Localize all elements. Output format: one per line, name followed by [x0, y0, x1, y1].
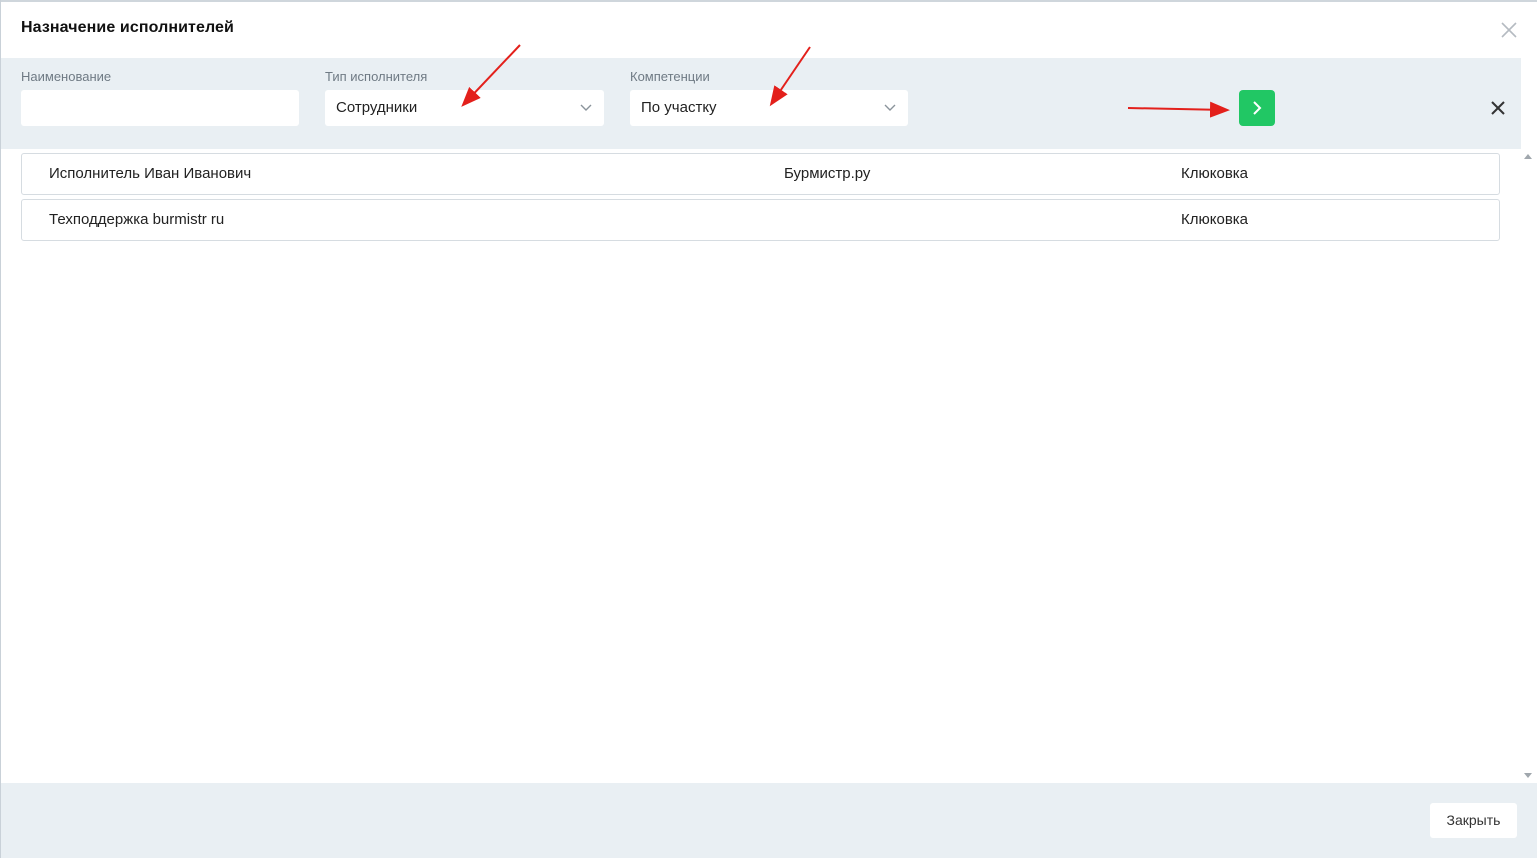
executor-company: Бурмистр.ру: [784, 165, 871, 182]
list-scrollbar[interactable]: [1520, 150, 1536, 782]
chevron-right-icon: [1253, 101, 1262, 115]
modal-top-border: [0, 0, 1537, 2]
executor-list: Исполнитель Иван Иванович Бурмистр.ру Кл…: [21, 153, 1500, 245]
executor-location: Клюковка: [1181, 211, 1249, 228]
apply-filter-button[interactable]: [1239, 90, 1275, 126]
executor-name: Исполнитель Иван Иванович: [49, 165, 252, 182]
executor-location: Клюковка: [1181, 165, 1249, 182]
name-filter-label: Наименование: [21, 69, 112, 84]
chevron-down-icon: [884, 104, 896, 111]
list-item[interactable]: Техподдержка burmistr ru Клюковка: [21, 199, 1500, 241]
executor-type-select[interactable]: Сотрудники: [325, 90, 604, 126]
modal-footer: [1, 783, 1537, 858]
competencies-value: По участку: [641, 99, 717, 116]
name-filter-input[interactable]: [21, 90, 299, 126]
clear-filters-button[interactable]: [1488, 98, 1508, 118]
scroll-down-icon[interactable]: [1524, 773, 1532, 778]
scroll-up-icon[interactable]: [1524, 154, 1532, 159]
chevron-down-icon: [580, 104, 592, 111]
competencies-select[interactable]: По участку: [630, 90, 908, 126]
executor-name: Техподдержка burmistr ru: [49, 211, 225, 228]
modal-close-icon[interactable]: [1497, 18, 1521, 42]
close-icon: [1491, 101, 1505, 115]
assign-executors-modal: Назначение исполнителей Наименование Тип…: [0, 0, 1537, 858]
name-input[interactable]: [32, 90, 299, 125]
close-button[interactable]: Закрыть: [1430, 803, 1517, 838]
executor-type-value: Сотрудники: [336, 99, 418, 116]
modal-title: Назначение исполнителей: [21, 19, 234, 36]
list-item[interactable]: Исполнитель Иван Иванович Бурмистр.ру Кл…: [21, 153, 1500, 195]
executor-type-label: Тип исполнителя: [325, 69, 428, 84]
competencies-label: Компетенции: [630, 69, 710, 84]
